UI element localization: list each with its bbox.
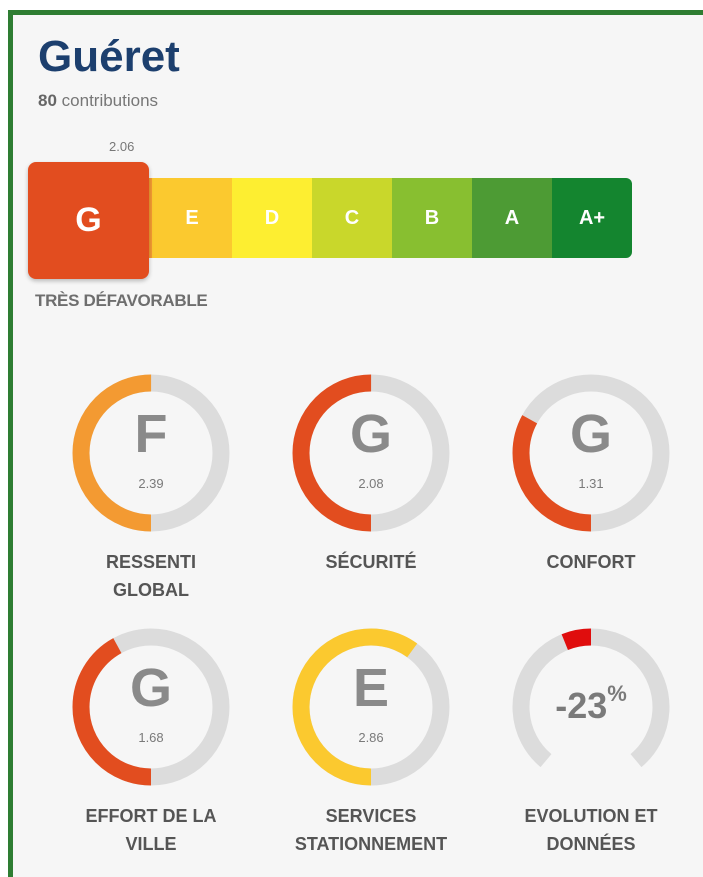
gauge-label: EFFORT DE LA VILLE <box>41 802 261 858</box>
gauge-score: 2.86 <box>358 730 384 745</box>
grade-cell-c: C <box>312 178 392 258</box>
evolution-unit: % <box>607 681 627 706</box>
overall-verdict: TRÈS DÉFAVORABLE <box>35 291 208 310</box>
gauge-score: 1.31 <box>578 476 604 491</box>
grade-cell-a-plus: A+ <box>552 178 632 258</box>
gauge-label: SERVICES STATIONNEMENT <box>261 802 481 858</box>
grade-cell-e: E <box>152 178 232 258</box>
city-card: Guéret 80 contributions 2.06 FEDCBAA+ G … <box>8 10 703 877</box>
grade-cell-a: A <box>472 178 552 258</box>
gauge-score: 2.08 <box>358 476 384 491</box>
gauge-grade: G <box>349 404 392 464</box>
gauge-label-line: STATIONNEMENT <box>294 834 448 854</box>
gauge-securite[interactable]: G 2.08 SÉCURITÉ <box>261 373 481 623</box>
gauge-grade: G <box>129 658 172 718</box>
gauge-score: 2.39 <box>138 476 164 491</box>
contributions-label: contributions <box>61 91 159 110</box>
gauge-label-line: SERVICES <box>325 806 417 826</box>
gauge-grade: E <box>352 658 390 718</box>
gauge-services-stationnement[interactable]: E 2.86 SERVICES STATIONNEMENT <box>261 627 481 877</box>
gauge-label-line: RESSENTI <box>105 552 197 572</box>
active-grade-badge: G <box>28 162 149 279</box>
gauge-label: SÉCURITÉ <box>261 548 481 576</box>
gauge-grade: F <box>134 404 168 464</box>
evolution-value: -23% <box>481 681 701 727</box>
city-name: Guéret <box>38 32 180 81</box>
gauge-label: CONFORT <box>481 548 701 576</box>
gauge-label-line: EFFORT DE LA <box>85 806 217 826</box>
overall-score: 2.06 <box>109 139 135 154</box>
gauge-ressenti-global[interactable]: F 2.39 RESSENTI GLOBAL <box>41 373 261 623</box>
contributions-number: 80 <box>38 91 57 110</box>
grade-cell-d: D <box>232 178 312 258</box>
grade-scale: FEDCBAA+ <box>73 178 692 258</box>
gauge-grade: G <box>569 404 612 464</box>
grade-cell-b: B <box>392 178 472 258</box>
evolution-label: EVOLUTION ET DONNÉES <box>481 802 701 858</box>
gauge-label-line: VILLE <box>125 834 177 854</box>
gauge-label-line: SÉCURITÉ <box>325 552 417 572</box>
gauge-label: RESSENTI GLOBAL <box>41 548 261 604</box>
gauge-label-line: CONFORT <box>546 552 636 572</box>
gauge-evolution[interactable]: -23% EVOLUTION ET DONNÉES <box>481 627 701 877</box>
evolution-number: -23 <box>555 685 608 726</box>
evolution-label-line: EVOLUTION ET <box>524 806 658 826</box>
gauge-label-line: GLOBAL <box>113 580 189 600</box>
evolution-label-line: DONNÉES <box>546 834 636 854</box>
gauge-effort-ville[interactable]: G 1.68 EFFORT DE LA VILLE <box>41 627 261 877</box>
gauge-score: 1.68 <box>138 730 164 745</box>
gauge-confort[interactable]: G 1.31 CONFORT <box>481 373 701 623</box>
contributions-count: 80 contributions <box>38 91 158 111</box>
